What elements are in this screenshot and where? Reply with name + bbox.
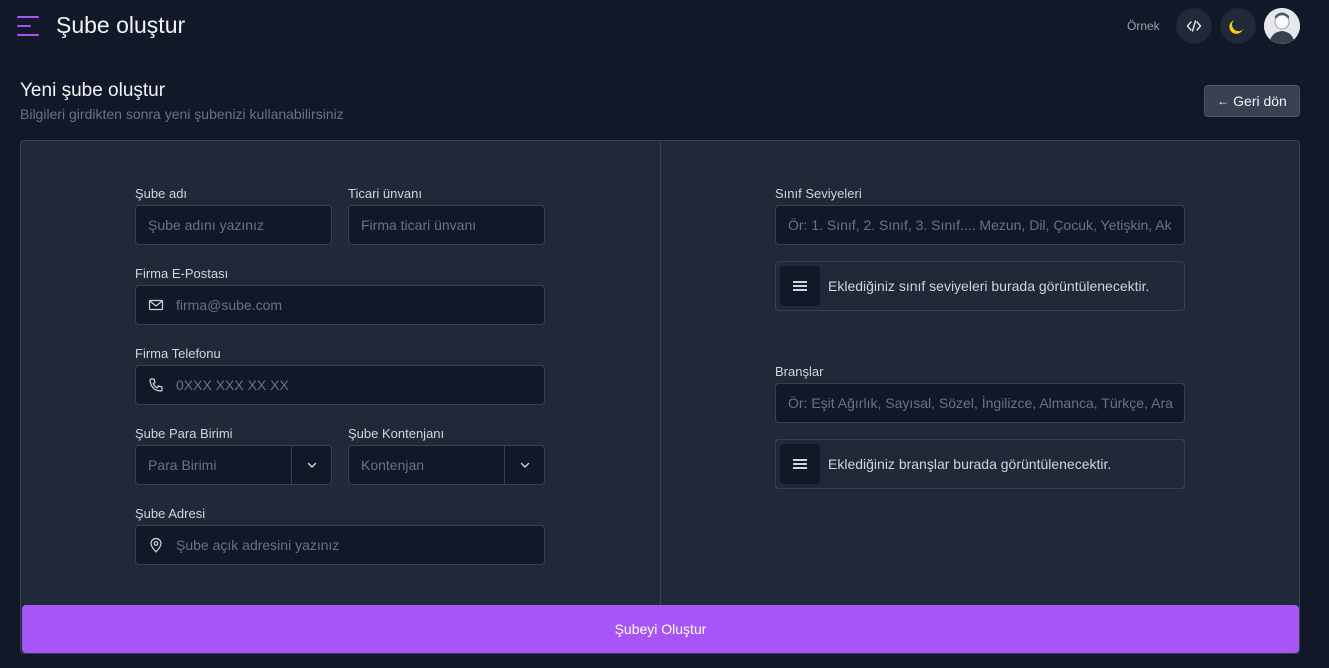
top-bar: Şube oluştur Örnek	[0, 0, 1329, 52]
code-toggle-button[interactable]	[1176, 8, 1212, 44]
currency-placeholder: Para Birimi	[148, 457, 217, 473]
trade-title-input[interactable]: Firma ticari ünvanı	[348, 205, 545, 245]
section-subheading: Bilgileri girdikten sonra yeni şubenizi …	[20, 106, 344, 122]
phone-label: Firma Telefonu	[135, 346, 221, 361]
quota-placeholder: Kontenjan	[361, 457, 425, 473]
trade-title-label: Ticari ünvanı	[348, 186, 422, 201]
arrow-left-icon: ←	[1217, 94, 1230, 108]
chevron-down-icon[interactable]	[504, 446, 544, 484]
email-input[interactable]: firma@sube.com	[135, 285, 545, 325]
list-icon	[780, 266, 820, 306]
theme-toggle-button[interactable]	[1220, 8, 1256, 44]
phone-placeholder: 0XXX XXX XX XX	[176, 377, 289, 393]
class-levels-label: Sınıf Seviyeleri	[775, 186, 862, 201]
class-levels-list: Eklediğiniz sınıf seviyeleri burada görü…	[775, 261, 1185, 311]
address-label: Şube Adresi	[135, 506, 206, 521]
code-icon	[1186, 20, 1202, 32]
phone-icon	[136, 377, 176, 393]
create-branch-button[interactable]: Şubeyi Oluştur	[22, 605, 1299, 653]
column-divider	[660, 141, 661, 605]
branch-name-label: Şube adı	[135, 186, 188, 201]
class-levels-empty-text: Eklediğiniz sınıf seviyeleri burada görü…	[828, 278, 1150, 294]
branches-placeholder: Ör: Eşit Ağırlık, Sayısal, Sözel, İngili…	[788, 395, 1173, 411]
example-label[interactable]: Örnek	[1127, 19, 1160, 33]
back-button-label: Geri dön	[1233, 93, 1287, 109]
email-placeholder: firma@sube.com	[176, 297, 283, 313]
branch-name-input[interactable]: Şube adını yazınız	[135, 205, 332, 245]
quota-label: Şube Kontenjanı	[348, 426, 445, 441]
currency-select[interactable]: Para Birimi	[135, 445, 332, 485]
phone-input[interactable]: 0XXX XXX XX XX	[135, 365, 545, 405]
chevron-down-icon[interactable]	[291, 446, 331, 484]
currency-label: Şube Para Birimi	[135, 426, 233, 441]
moon-icon	[1229, 20, 1243, 34]
branches-empty-text: Eklediğiniz branşlar burada görüntülenec…	[828, 456, 1112, 472]
email-label: Firma E-Postası	[135, 266, 229, 281]
class-levels-input[interactable]: Ör: 1. Sınıf, 2. Sınıf, 3. Sınıf.... Mez…	[775, 205, 1185, 245]
branches-label: Branşlar	[775, 364, 824, 379]
section-heading: Yeni şube oluştur	[20, 80, 166, 101]
address-input[interactable]: Şube açık adresini yazınız	[135, 525, 545, 565]
list-icon	[780, 444, 820, 484]
envelope-icon	[136, 297, 176, 313]
back-button[interactable]: ← Geri dön	[1204, 85, 1300, 117]
hamburger-menu-icon[interactable]	[17, 16, 39, 36]
class-levels-placeholder: Ör: 1. Sınıf, 2. Sınıf, 3. Sınıf.... Mez…	[788, 217, 1172, 233]
branches-list: Eklediğiniz branşlar burada görüntülenec…	[775, 439, 1185, 489]
branches-input[interactable]: Ör: Eşit Ağırlık, Sayısal, Sözel, İngili…	[775, 383, 1185, 423]
user-avatar-icon	[1264, 8, 1300, 44]
address-placeholder: Şube açık adresini yazınız	[176, 537, 340, 553]
branch-name-placeholder: Şube adını yazınız	[148, 217, 264, 233]
quota-select[interactable]: Kontenjan	[348, 445, 545, 485]
trade-title-placeholder: Firma ticari ünvanı	[361, 217, 477, 233]
user-avatar[interactable]	[1264, 8, 1300, 44]
map-pin-icon	[136, 537, 176, 553]
page-title: Şube oluştur	[56, 12, 186, 38]
